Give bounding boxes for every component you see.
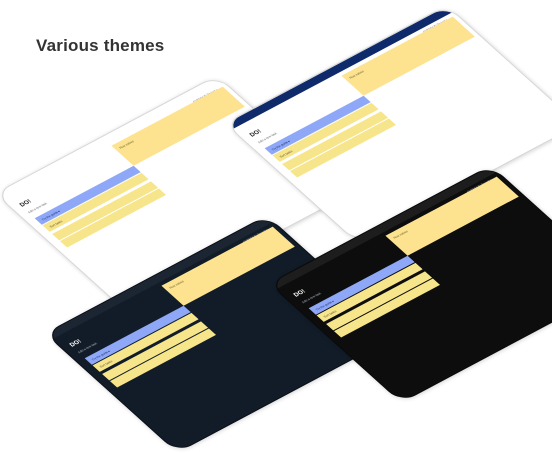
- app-logo: DO!: [248, 128, 264, 139]
- app-logo: DO!: [292, 288, 308, 299]
- app-logo: DO!: [68, 338, 84, 349]
- app-logo: DO!: [18, 198, 34, 209]
- page-title: Various themes: [36, 36, 165, 55]
- note-card: Row values: [341, 16, 475, 96]
- note-card: Row values: [111, 86, 245, 166]
